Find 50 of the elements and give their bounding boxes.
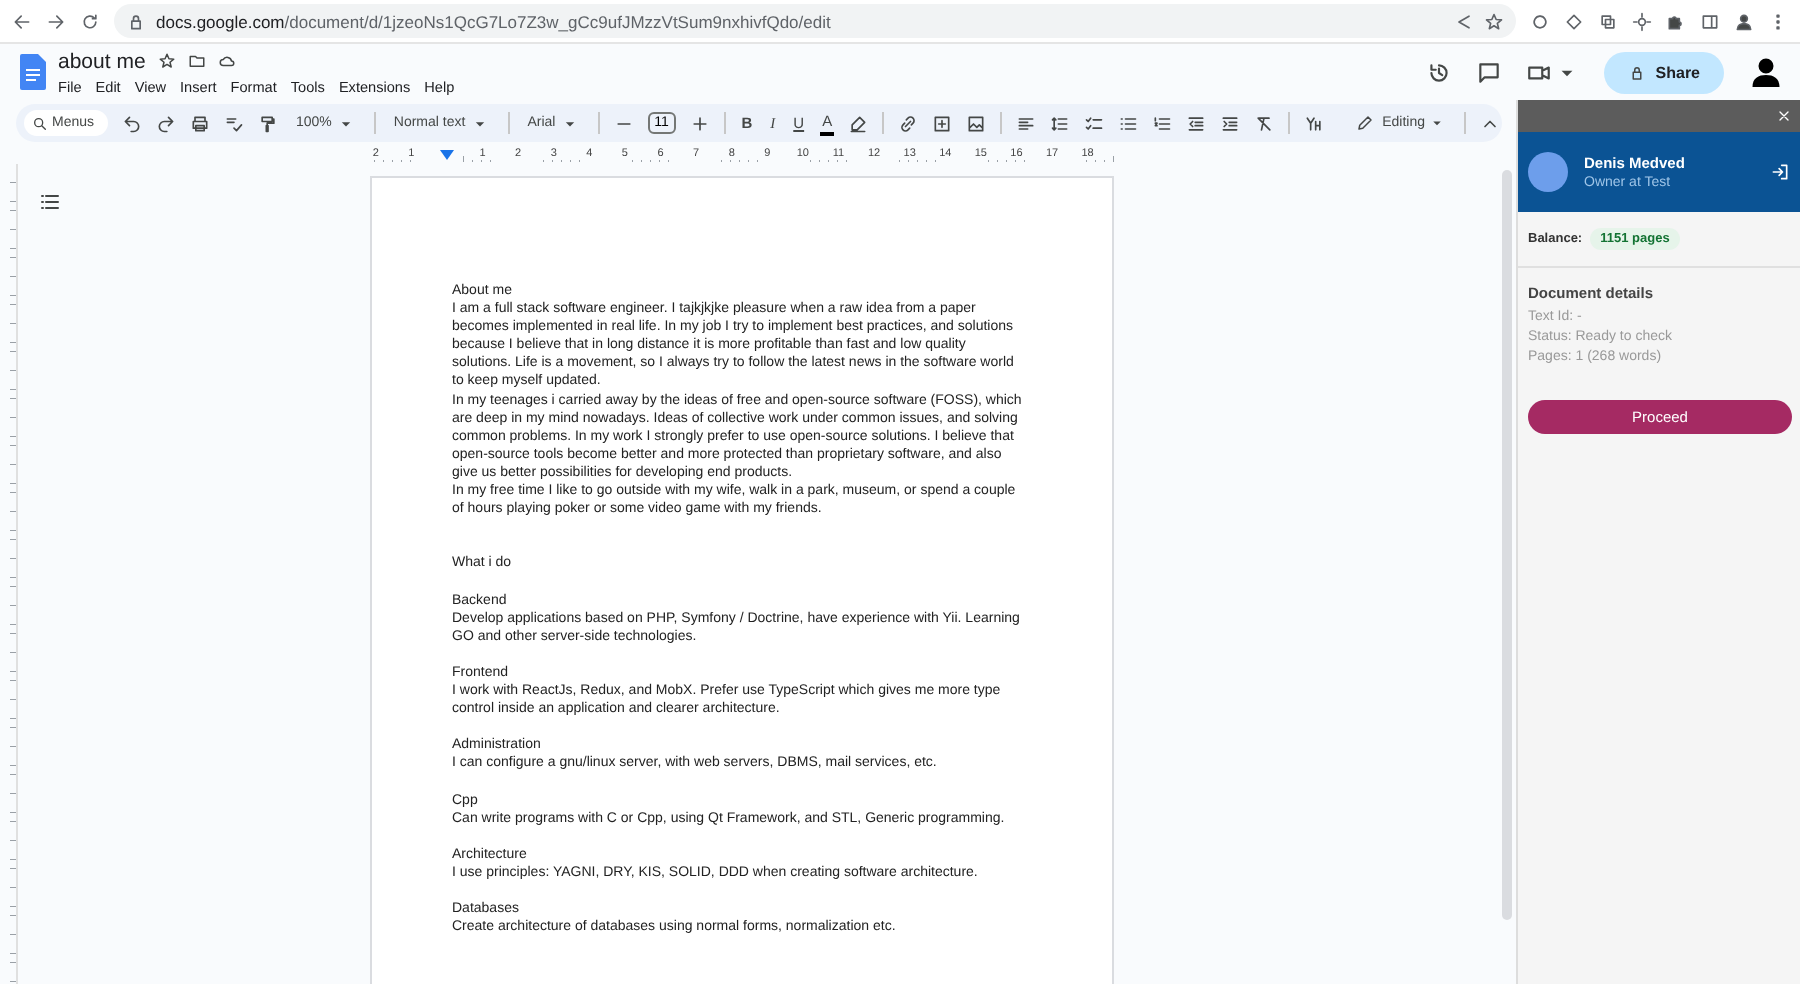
- document-title[interactable]: about me: [58, 49, 146, 73]
- star-icon[interactable]: [157, 52, 176, 70]
- back-icon[interactable]: [12, 11, 32, 31]
- clear-formatting-icon[interactable]: [1254, 113, 1275, 133]
- outline-icon[interactable]: [38, 190, 62, 214]
- line-spacing-icon[interactable]: [1050, 113, 1071, 133]
- link-icon[interactable]: [898, 113, 919, 133]
- share-icon[interactable]: [1454, 11, 1474, 31]
- folder-icon[interactable]: [187, 52, 206, 70]
- plus-icon[interactable]: [689, 113, 710, 133]
- indent-marker-icon[interactable]: [439, 149, 454, 159]
- pencil-icon: [1356, 114, 1375, 132]
- comment-icon[interactable]: [1475, 59, 1502, 85]
- align-icon[interactable]: [1016, 113, 1037, 133]
- docs-logo-icon[interactable]: [20, 54, 46, 90]
- ring-icon[interactable]: [1530, 11, 1550, 31]
- indent-more-icon[interactable]: [1220, 113, 1241, 133]
- avatar: [1528, 152, 1568, 192]
- puzzle-icon[interactable]: [1666, 11, 1686, 31]
- lock-icon: [126, 11, 146, 31]
- diamond-icon[interactable]: [1564, 11, 1584, 31]
- side-panel-icon[interactable]: [1700, 11, 1720, 31]
- history-icon[interactable]: [1425, 59, 1452, 85]
- address-bar[interactable]: docs.google.com/document/d/1jzeoNs1QcG7Lo7Z3w_gCc9ufJMzzVtSum9nxhivfQdo/edit: [114, 4, 1516, 38]
- input-tools-icon[interactable]: [1304, 113, 1325, 133]
- cloud-icon[interactable]: [217, 52, 236, 70]
- redo-icon[interactable]: [156, 113, 176, 133]
- add-comment-icon[interactable]: [932, 113, 953, 133]
- overlap-icon[interactable]: [1598, 11, 1618, 31]
- logout-icon[interactable]: [1770, 162, 1790, 182]
- lock-icon: [1627, 63, 1646, 81]
- paint-format-icon[interactable]: [258, 113, 278, 133]
- bullet-list-icon[interactable]: [1118, 113, 1139, 133]
- account-icon[interactable]: [1748, 54, 1784, 90]
- scrollbar[interactable]: [1502, 170, 1512, 920]
- reload-icon[interactable]: [80, 11, 100, 31]
- spellcheck-icon[interactable]: [224, 113, 244, 133]
- forward-icon[interactable]: [46, 11, 66, 31]
- checklist-icon[interactable]: [1084, 113, 1105, 133]
- numbered-list-icon[interactable]: [1152, 113, 1173, 133]
- print-icon[interactable]: [190, 113, 210, 133]
- indent-less-icon[interactable]: [1186, 113, 1207, 133]
- share-button[interactable]: Share: [1603, 51, 1724, 93]
- url-text: docs.google.com/document/d/1jzeoNs1QcG7Lo7Z3w_gCc9ufJMzzVtSum9nxhivfQdo/edit: [156, 11, 831, 31]
- star-icon[interactable]: [1484, 11, 1504, 31]
- image-icon[interactable]: [966, 113, 987, 133]
- highlight-icon[interactable]: [848, 113, 869, 133]
- undo-icon[interactable]: [122, 113, 142, 133]
- close-icon[interactable]: [1776, 108, 1792, 124]
- profile-icon[interactable]: [1734, 11, 1754, 31]
